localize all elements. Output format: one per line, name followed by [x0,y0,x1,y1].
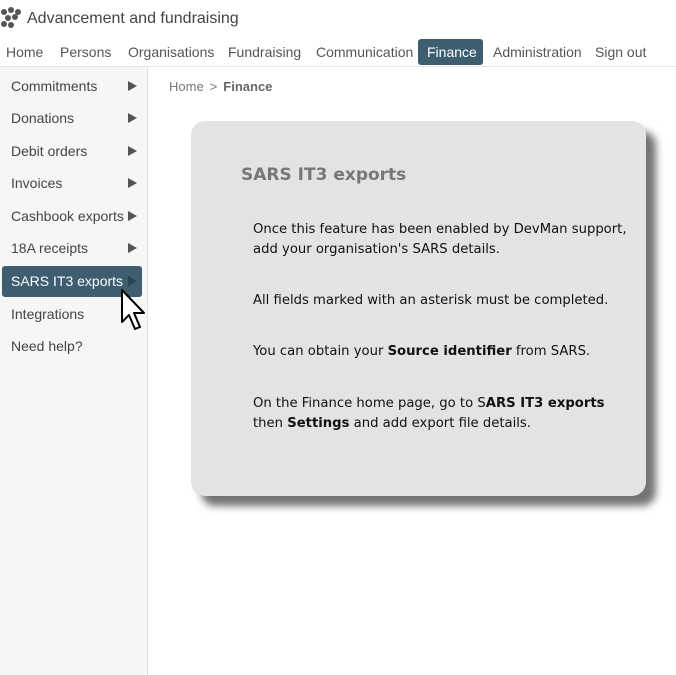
nav-administration[interactable]: Administration [493,39,582,65]
sidebar-item-label: Debit orders [11,143,88,159]
bold-settings: Settings [287,416,350,431]
breadcrumb-separator: > [209,79,218,94]
sidebar-item-label: Invoices [11,175,63,191]
expand-arrow-icon [128,276,137,286]
breadcrumb: Home > Finance [169,79,272,94]
expand-arrow-icon [128,146,137,156]
card-paragraph-settings: On the Finance home page, go to SARS IT3… [253,396,605,431]
app-title: Advancement and fundraising [27,10,239,27]
expand-arrow-icon [128,81,137,91]
sidebar-item-donations[interactable]: Donations [2,103,142,134]
sidebar-item-label: Commitments [11,78,98,94]
breadcrumb-current: Finance [223,79,273,94]
nav-fundraising[interactable]: Fundraising [228,39,301,65]
top-navigation: Home Persons Organisations Fundraising C… [0,38,676,67]
card-title: SARS IT3 exports [241,165,407,185]
sidebar-item-label: SARS IT3 exports [11,273,124,289]
sidebar-item-label: Integrations [11,306,85,322]
nav-home[interactable]: Home [6,39,43,65]
nav-communication[interactable]: Communication [316,39,413,65]
expand-arrow-icon [128,243,137,253]
expand-arrow-icon [128,113,137,123]
help-card: SARS IT3 exports Once this feature has b… [191,121,646,496]
sidebar-item-label: Donations [11,110,75,126]
expand-arrow-icon [128,178,137,188]
nav-finance[interactable]: Finance [418,39,483,65]
expand-arrow-icon [128,211,137,221]
sidebar-item-label: 18A receipts [11,240,89,256]
sidebar-item-18a-receipts[interactable]: 18A receipts [2,233,142,264]
card-paragraph-enable: Once this feature has been enabled by De… [253,222,627,257]
mouse-pointer-icon [121,289,145,330]
bold-sars-it3-exports: ARS IT3 exports [485,396,605,411]
nav-organisations[interactable]: Organisations [128,39,214,65]
sidebar-item-cashbook-exports[interactable]: Cashbook exports [2,201,142,232]
card-paragraph-asterisk: All fields marked with an asterisk must … [253,293,609,308]
sidebar-item-label: Cashbook exports [11,208,124,224]
bold-source-identifier: Source identifier [387,344,512,359]
app-header: Advancement and fundraising [0,0,676,38]
nav-sign-out[interactable]: Sign out [595,39,646,65]
sidebar-item-debit-orders[interactable]: Debit orders [2,136,142,167]
nav-persons[interactable]: Persons [60,39,111,65]
sidebar-item-invoices[interactable]: Invoices [2,168,142,199]
sidebar-item-label: Need help? [11,338,83,354]
sidebar-item-need-help[interactable]: Need help? [2,331,142,362]
card-paragraph-source-identifier: You can obtain your Source identifier fr… [253,344,591,359]
sidebar: Commitments Donations Debit orders Invoi… [0,67,148,675]
sidebar-item-commitments[interactable]: Commitments [2,71,142,102]
breadcrumb-home[interactable]: Home [169,79,204,94]
app-logo-icon [1,7,21,28]
